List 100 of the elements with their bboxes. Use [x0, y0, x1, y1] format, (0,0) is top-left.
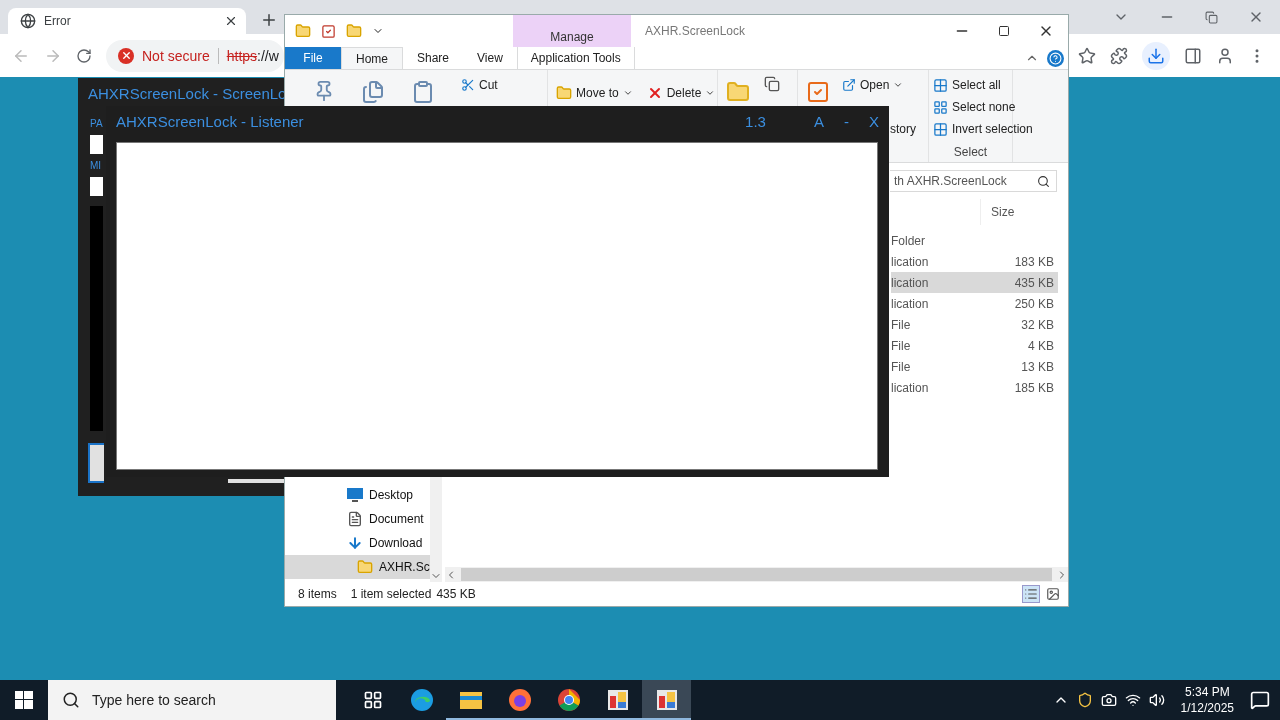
type-cell: lication: [891, 380, 929, 395]
new-item-icon[interactable]: [764, 76, 780, 92]
camera-icon[interactable]: [1100, 692, 1117, 708]
network-icon[interactable]: [1124, 692, 1141, 708]
size-cell: 4 KB: [1028, 338, 1054, 353]
file-row[interactable]: Folder: [891, 230, 1058, 251]
security-label: Not secure: [142, 47, 219, 64]
task-view-icon: [362, 690, 383, 710]
ribbon-tab[interactable]: Share: [403, 47, 464, 69]
column-header[interactable]: Size: [980, 199, 1057, 225]
type-cell: File: [891, 317, 911, 332]
type-cell: lication: [891, 254, 929, 269]
window-title: AXHR.ScreenLock: [645, 24, 746, 38]
type-cell: lication: [891, 275, 929, 290]
window-title: AHXRScreenLock - ScreenLo: [88, 84, 287, 102]
cut-button[interactable]: Cut: [461, 76, 498, 94]
version-label: 1.3: [745, 112, 766, 130]
caret-icon: [705, 88, 716, 98]
restore-icon[interactable]: [1205, 10, 1218, 24]
ribbon-tab[interactable]: View: [463, 47, 517, 69]
caret-icon: [893, 80, 904, 90]
maximize-icon[interactable]: [998, 25, 1010, 37]
type-cell: File: [891, 359, 911, 374]
shield-icon[interactable]: [1076, 692, 1093, 708]
nav-item[interactable]: Document: [285, 507, 430, 531]
window-control[interactable]: A: [813, 112, 824, 130]
search-field[interactable]: Type here to search: [90, 691, 336, 709]
taskbar-app[interactable]: [642, 680, 691, 720]
browser-icon: [409, 688, 434, 712]
select-command[interactable]: Invert selection: [933, 120, 1033, 138]
address-bar[interactable]: Not secure https://w: [106, 39, 284, 72]
extensions-icon[interactable]: [1110, 46, 1128, 65]
open-button[interactable]: Open: [842, 76, 916, 94]
history-button[interactable]: story: [890, 120, 916, 138]
search-box[interactable]: th AXHR.ScreenLock: [890, 170, 1057, 192]
windows-icon: [15, 691, 33, 709]
scissors-icon: [461, 78, 475, 92]
properties-icon[interactable]: [321, 23, 336, 39]
details-view-button[interactable]: [1022, 585, 1040, 603]
profile-icon[interactable]: [1216, 46, 1234, 65]
window-control[interactable]: X: [869, 112, 879, 130]
tab-title: Error: [44, 14, 72, 28]
notifications-icon[interactable]: [1250, 690, 1270, 710]
selection-info: 1 item selected: [350, 587, 432, 601]
app-icon: [654, 688, 679, 712]
browser-icon: [556, 688, 581, 712]
file-row[interactable]: File 32 KB: [891, 314, 1058, 335]
window-control[interactable]: -: [844, 112, 849, 130]
taskbar-search-box[interactable]: Type here to search: [48, 680, 336, 720]
browser-tab[interactable]: Error: [8, 8, 246, 34]
help-button[interactable]: [1047, 49, 1064, 67]
image-icon: [1046, 587, 1060, 601]
file-row[interactable]: lication 183 KB: [891, 251, 1058, 272]
speaker-icon[interactable]: [1148, 692, 1165, 708]
selection-size: 435 KB: [436, 587, 476, 601]
bookmark-icon[interactable]: [1078, 46, 1096, 65]
type-cell: lication: [891, 296, 929, 311]
move-to-button[interactable]: Move to: [556, 84, 633, 102]
size-cell: 32 KB: [1021, 317, 1054, 332]
reload-icon[interactable]: [76, 47, 92, 64]
type-cell: Folder: [891, 233, 925, 248]
file-row[interactable]: File 13 KB: [891, 356, 1058, 377]
open-icon: [842, 78, 856, 92]
app-icon: [605, 688, 630, 712]
ribbon-tab[interactable]: File: [285, 47, 341, 69]
file-row[interactable]: lication 250 KB: [891, 293, 1058, 314]
search-icon[interactable]: [1037, 174, 1050, 188]
downloads-button[interactable]: [1142, 41, 1170, 70]
select-command[interactable]: Select all: [933, 76, 1033, 94]
thumbnail-view-button[interactable]: [1044, 585, 1062, 603]
copy-icon[interactable]: [361, 80, 385, 104]
input-field[interactable]: [90, 177, 103, 196]
file-row[interactable]: File 4 KB: [891, 335, 1058, 356]
nav-item[interactable]: Download: [285, 531, 430, 555]
file-row[interactable]: lication 185 KB: [891, 377, 1058, 398]
clock[interactable]: 5:34 PM 1/12/2025: [1172, 684, 1242, 716]
file-row[interactable]: lication 435 KB: [891, 272, 1058, 293]
side-panel-icon[interactable]: [1184, 46, 1202, 65]
help-icon: [1049, 51, 1062, 65]
size-cell: 13 KB: [1021, 359, 1054, 374]
nav-item[interactable]: AXHR.Sc: [285, 555, 430, 579]
input-field[interactable]: [90, 135, 103, 154]
scrollbar-thumb[interactable]: [461, 568, 1052, 581]
desktop-icon: [347, 488, 363, 502]
document-icon: [347, 511, 363, 527]
folder-icon: [357, 559, 373, 575]
search-field[interactable]: th AXHR.ScreenLock: [892, 173, 1037, 189]
item-count: 8 items: [298, 587, 337, 601]
select-command[interactable]: Select none: [933, 98, 1033, 116]
window-title: AHXRScreenLock - Listener: [116, 112, 304, 130]
action-button[interactable]: [88, 443, 104, 483]
folder-icon: [458, 690, 483, 710]
nav-item[interactable]: Desktop: [285, 483, 430, 507]
delete-button[interactable]: Delete: [646, 84, 716, 102]
new-tab-icon[interactable]: [260, 11, 278, 29]
paste-icon[interactable]: [411, 80, 435, 104]
ribbon-tab[interactable]: Home: [341, 47, 403, 69]
close-icon[interactable]: [224, 14, 238, 28]
properties-icon[interactable]: [806, 80, 830, 104]
ribbon-tab[interactable]: Application Tools: [516, 47, 635, 69]
